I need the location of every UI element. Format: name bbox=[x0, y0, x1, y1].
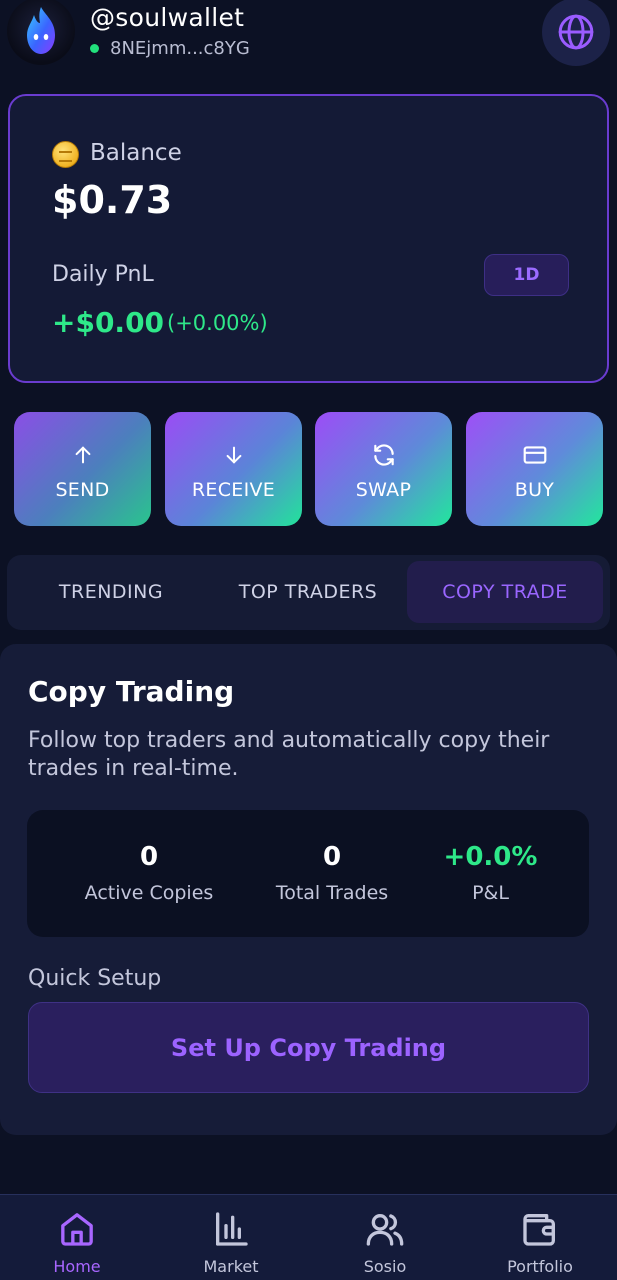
stat-label: Total Trades bbox=[275, 882, 389, 904]
wallet-address-row[interactable]: 8NEjmm...c8YG bbox=[90, 38, 250, 59]
online-status-dot bbox=[90, 44, 99, 53]
balance-label: Balance bbox=[90, 140, 182, 166]
stat-active-copies: 0 Active Copies bbox=[59, 842, 239, 904]
stat-value: 0 bbox=[139, 842, 159, 872]
period-selector-button[interactable]: 1D bbox=[484, 254, 569, 296]
content-tabs: TRENDING TOP TRADERS COPY TRADE bbox=[7, 555, 610, 630]
bottom-nav: Home Market Sosio Portfolio bbox=[0, 1194, 617, 1280]
panel-description: Follow top traders and automatically cop… bbox=[28, 728, 550, 781]
wallet-icon bbox=[523, 1214, 555, 1246]
buy-label: BUY bbox=[514, 479, 555, 501]
daily-pnl-label: Daily PnL bbox=[52, 262, 154, 287]
balance-card: Balance $0.73 Daily PnL 1D +$0.00 (+0.00… bbox=[8, 94, 609, 383]
receive-label: RECEIVE bbox=[191, 479, 276, 501]
credit-card-icon bbox=[523, 446, 546, 464]
bar-chart-icon bbox=[216, 1212, 248, 1246]
app-header: @soulwallet 8NEjmm...c8YG bbox=[0, 0, 617, 70]
copy-trading-panel: Copy Trading Follow top traders and auto… bbox=[0, 644, 617, 1135]
balance-value: $0.73 bbox=[52, 178, 173, 222]
users-icon bbox=[366, 1214, 404, 1246]
nav-sosio-label: Sosio bbox=[363, 1257, 407, 1276]
nav-market[interactable]: Market bbox=[171, 1209, 291, 1276]
copy-stats-box: 0 Active Copies 0 Total Trades +0.0% P&L bbox=[27, 810, 589, 937]
tab-copy-trade[interactable]: COPY TRADE bbox=[407, 561, 603, 623]
quick-setup-label: Quick Setup bbox=[28, 966, 162, 991]
nav-home[interactable]: Home bbox=[17, 1209, 137, 1276]
flame-ghost-icon bbox=[27, 7, 55, 54]
stat-pnl: +0.0% P&L bbox=[403, 842, 578, 904]
stat-label: Active Copies bbox=[84, 882, 214, 904]
username: @soulwallet bbox=[90, 3, 245, 32]
receive-button[interactable]: RECEIVE bbox=[165, 412, 302, 526]
refresh-icon bbox=[373, 444, 394, 466]
daily-pnl-value: +$0.00 bbox=[52, 306, 165, 339]
send-label: SEND bbox=[55, 479, 110, 501]
nav-portfolio[interactable]: Portfolio bbox=[480, 1209, 600, 1276]
nav-market-label: Market bbox=[203, 1257, 259, 1276]
daily-pnl-percent: (+0.00%) bbox=[167, 311, 268, 335]
avatar[interactable] bbox=[7, 0, 75, 65]
stat-label: P&L bbox=[472, 882, 509, 904]
swap-label: SWAP bbox=[355, 479, 412, 501]
coin-icon bbox=[52, 141, 79, 168]
panel-title: Copy Trading bbox=[28, 675, 235, 708]
buy-button[interactable]: BUY bbox=[466, 412, 603, 526]
swap-button[interactable]: SWAP bbox=[315, 412, 452, 526]
language-button[interactable] bbox=[542, 0, 610, 66]
arrow-up-icon bbox=[75, 446, 90, 464]
stat-value: +0.0% bbox=[443, 842, 538, 872]
stat-total-trades: 0 Total Trades bbox=[242, 842, 422, 904]
stat-value: 0 bbox=[322, 842, 342, 872]
nav-portfolio-label: Portfolio bbox=[507, 1257, 573, 1276]
nav-home-label: Home bbox=[53, 1257, 101, 1276]
nav-sosio[interactable]: Sosio bbox=[325, 1209, 445, 1276]
wallet-address: 8NEjmm...c8YG bbox=[110, 38, 250, 59]
tab-top-traders[interactable]: TOP TRADERS bbox=[210, 561, 406, 623]
tab-trending[interactable]: TRENDING bbox=[13, 561, 209, 623]
arrow-down-icon bbox=[226, 446, 241, 464]
set-up-copy-trading-button[interactable]: Set Up Copy Trading bbox=[28, 1002, 589, 1093]
home-icon bbox=[61, 1213, 93, 1246]
send-button[interactable]: SEND bbox=[14, 412, 151, 526]
globe-icon bbox=[558, 14, 594, 50]
